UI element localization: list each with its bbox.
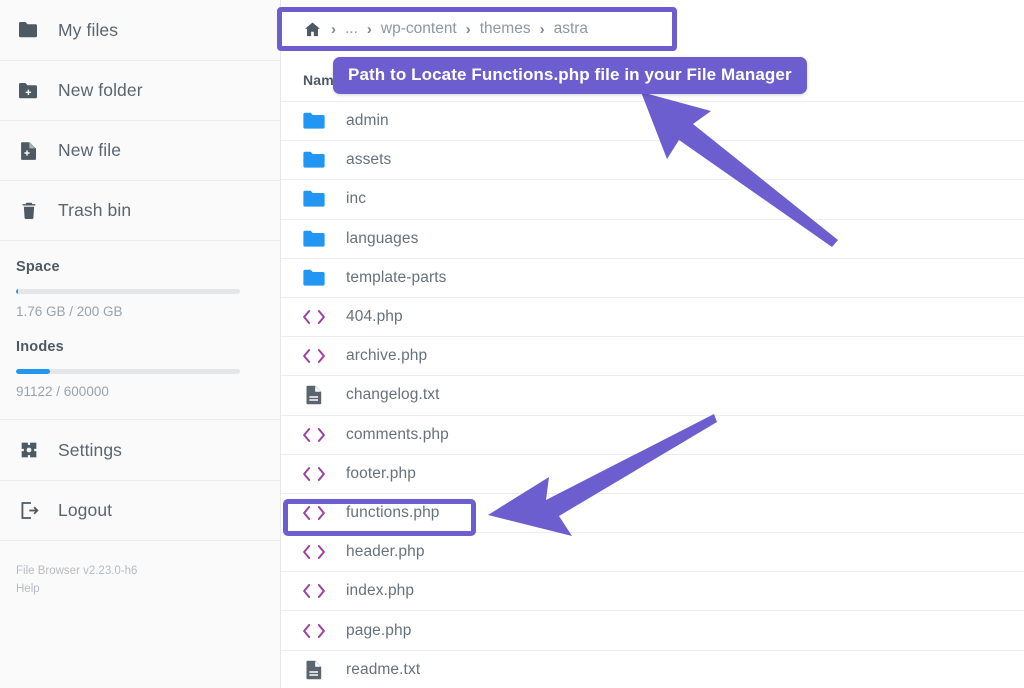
breadcrumb-separator: › bbox=[540, 21, 545, 38]
code-file-icon bbox=[299, 498, 329, 528]
sidebar-item-new-file[interactable]: New file bbox=[0, 120, 280, 180]
breadcrumb-row: › ... › wp-content › themes › astra bbox=[281, 0, 1024, 58]
file-name: 404.php bbox=[346, 308, 403, 326]
file-name: assets bbox=[346, 151, 391, 169]
gear-icon bbox=[16, 437, 42, 463]
breadcrumb-item-ellipsis[interactable]: ... bbox=[345, 20, 358, 38]
code-file-icon bbox=[299, 576, 329, 606]
folder-icon bbox=[16, 17, 42, 43]
file-row[interactable]: template-parts bbox=[281, 259, 1024, 298]
folder-icon bbox=[299, 106, 329, 136]
code-file-icon bbox=[299, 616, 329, 646]
file-name: changelog.txt bbox=[346, 386, 440, 404]
sidebar-bottom-group: Settings Logout bbox=[0, 420, 280, 541]
code-file-icon bbox=[299, 420, 329, 450]
breadcrumb: › ... › wp-content › themes › astra bbox=[293, 9, 598, 49]
sidebar-item-settings[interactable]: Settings bbox=[0, 420, 280, 480]
breadcrumb-item-wp-content[interactable]: wp-content bbox=[381, 20, 457, 38]
sidebar-item-label: Logout bbox=[58, 500, 112, 521]
breadcrumb-separator: › bbox=[331, 21, 336, 38]
breadcrumb-separator: › bbox=[466, 21, 471, 38]
space-meter-title: Space bbox=[16, 259, 264, 275]
file-row[interactable]: readme.txt bbox=[281, 651, 1024, 688]
home-icon[interactable] bbox=[303, 20, 322, 39]
folder-icon bbox=[299, 184, 329, 214]
file-row[interactable]: header.php bbox=[281, 533, 1024, 572]
file-name: functions.php bbox=[346, 504, 440, 522]
code-file-icon bbox=[299, 459, 329, 489]
sidebar-nav-group: My files New folder bbox=[0, 0, 280, 241]
space-meter-track bbox=[16, 289, 240, 294]
file-row[interactable]: footer.php bbox=[281, 455, 1024, 494]
logout-icon bbox=[16, 498, 42, 524]
column-header-name[interactable]: Name bbox=[303, 72, 342, 88]
file-plus-icon bbox=[16, 138, 42, 164]
sidebar-item-new-folder[interactable]: New folder bbox=[0, 60, 280, 120]
file-row[interactable]: changelog.txt bbox=[281, 376, 1024, 415]
file-row[interactable]: 404.php bbox=[281, 298, 1024, 337]
file-name: readme.txt bbox=[346, 661, 420, 679]
file-name: template-parts bbox=[346, 269, 446, 287]
file-name: archive.php bbox=[346, 347, 427, 365]
inodes-meter-track bbox=[16, 369, 240, 374]
file-name: header.php bbox=[346, 543, 425, 561]
inodes-meter-title: Inodes bbox=[16, 339, 264, 355]
main-panel: › ... › wp-content › themes › astra Name… bbox=[281, 0, 1024, 688]
sidebar: My files New folder bbox=[0, 0, 281, 688]
sidebar-item-label: Settings bbox=[58, 440, 122, 461]
breadcrumb-item-astra[interactable]: astra bbox=[554, 20, 588, 38]
sidebar-item-label: My files bbox=[58, 20, 118, 41]
file-row[interactable]: index.php bbox=[281, 572, 1024, 611]
file-row[interactable]: functions.php bbox=[281, 494, 1024, 533]
folder-icon bbox=[299, 145, 329, 175]
help-link[interactable]: Help bbox=[16, 581, 264, 599]
folder-icon bbox=[299, 224, 329, 254]
space-meter-text: 1.76 GB / 200 GB bbox=[16, 304, 264, 319]
breadcrumb-separator: › bbox=[367, 21, 372, 38]
file-browser-app: My files New folder bbox=[0, 0, 1024, 688]
space-meter: Space 1.76 GB / 200 GB bbox=[0, 241, 280, 325]
space-meter-fill bbox=[16, 289, 18, 294]
file-name: admin bbox=[346, 112, 389, 130]
file-name: comments.php bbox=[346, 426, 449, 444]
inodes-meter: Inodes 91122 / 600000 bbox=[0, 325, 280, 405]
folder-plus-icon bbox=[16, 78, 42, 104]
text-file-icon bbox=[299, 380, 329, 410]
folder-icon bbox=[299, 263, 329, 293]
file-row[interactable]: inc bbox=[281, 180, 1024, 219]
code-file-icon bbox=[299, 341, 329, 371]
trash-icon bbox=[16, 198, 42, 224]
file-row[interactable]: comments.php bbox=[281, 416, 1024, 455]
storage-meters: Space 1.76 GB / 200 GB Inodes 91122 / 60… bbox=[0, 241, 280, 420]
file-row[interactable]: admin bbox=[281, 102, 1024, 141]
file-name: inc bbox=[346, 190, 366, 208]
sidebar-item-label: New folder bbox=[58, 80, 143, 101]
app-version: File Browser v2.23.0-h6 bbox=[16, 563, 264, 581]
file-name: footer.php bbox=[346, 465, 416, 483]
file-row[interactable]: assets bbox=[281, 141, 1024, 180]
file-row[interactable]: archive.php bbox=[281, 337, 1024, 376]
file-name: page.php bbox=[346, 622, 411, 640]
file-row[interactable]: languages bbox=[281, 220, 1024, 259]
sidebar-item-my-files[interactable]: My files bbox=[0, 0, 280, 60]
file-list: admin assets inc languages template-parts 404… bbox=[281, 102, 1024, 688]
code-file-icon bbox=[299, 537, 329, 567]
file-row[interactable]: page.php bbox=[281, 611, 1024, 650]
sidebar-item-label: New file bbox=[58, 140, 121, 161]
breadcrumb-item-themes[interactable]: themes bbox=[480, 20, 531, 38]
file-name: languages bbox=[346, 230, 418, 248]
sidebar-item-trash-bin[interactable]: Trash bin bbox=[0, 180, 280, 240]
sidebar-footer: File Browser v2.23.0-h6 Help bbox=[0, 541, 280, 599]
sidebar-item-logout[interactable]: Logout bbox=[0, 480, 280, 540]
inodes-meter-text: 91122 / 600000 bbox=[16, 384, 264, 399]
text-file-icon bbox=[299, 655, 329, 685]
code-file-icon bbox=[299, 302, 329, 332]
file-name: index.php bbox=[346, 582, 414, 600]
inodes-meter-fill bbox=[16, 369, 50, 374]
file-list-header: Name bbox=[281, 58, 1024, 102]
sidebar-item-label: Trash bin bbox=[58, 200, 131, 221]
